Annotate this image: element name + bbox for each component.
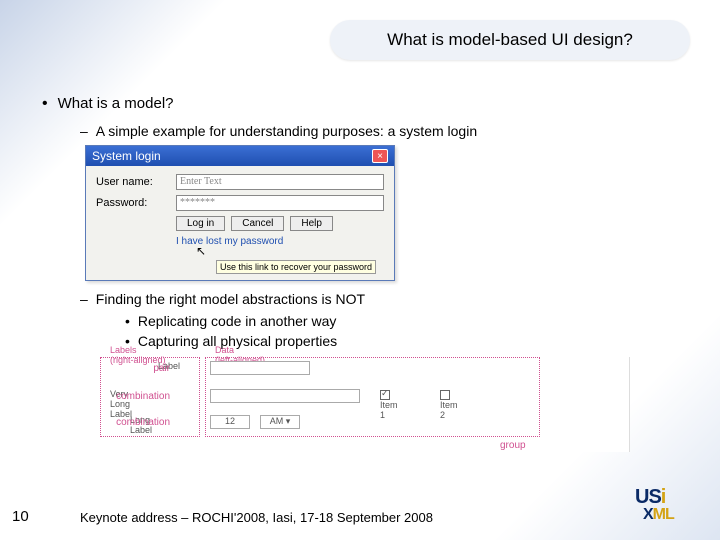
bullet-l1: What is a model? [42,95,700,113]
close-icon[interactable]: × [372,149,388,163]
item2-checkbox[interactable]: Item 2 [440,389,458,420]
username-input[interactable]: Enter Text [176,174,384,190]
password-input[interactable]: ******* [176,195,384,211]
bullet-l3-capture: Capturing all physical properties [125,333,700,349]
login-button[interactable]: Log in [176,216,225,231]
bullet-l2-example: A simple example for understanding purpo… [80,123,700,139]
password-label: Password: [96,197,176,209]
slide-title: What is model-based UI design? [330,20,690,60]
bullet-l2-finding: Finding the right model abstractions is … [80,291,700,307]
spin-input[interactable]: 12 [210,415,250,429]
lost-password-link[interactable]: I have lost my password [176,236,384,247]
logo: USi XML [635,486,705,528]
login-dialog: System login × User name: Enter Text Pas… [85,145,395,281]
annot-pair: pair [153,363,170,374]
annot-group: group [500,440,526,451]
item1-checkbox[interactable]: Item 1 [380,389,398,420]
annot-combination: combination [116,391,170,402]
cursor-icon: ↖ [196,244,206,258]
login-window-title: System login [92,149,161,163]
row1-input[interactable] [210,361,310,375]
help-button[interactable]: Help [290,216,333,231]
username-label: User name: [96,176,176,188]
login-titlebar: System login × [86,146,394,166]
slide-content: What is a model? A simple example for un… [30,95,700,452]
row2-input[interactable] [210,389,360,403]
abstraction-diagram: Labels(right-aligned) Data(left-aligned)… [100,357,630,452]
am-select[interactable]: AM ▾ [260,415,300,429]
tooltip: Use this link to recover your password [216,260,376,274]
footer-text: Keynote address – ROCHI'2008, Iasi, 17-1… [80,510,433,525]
cancel-button[interactable]: Cancel [231,216,284,231]
page-number: 10 [12,508,29,525]
bullet-l3-replicate: Replicating code in another way [125,313,700,329]
annot-combination2: combination [116,417,170,428]
